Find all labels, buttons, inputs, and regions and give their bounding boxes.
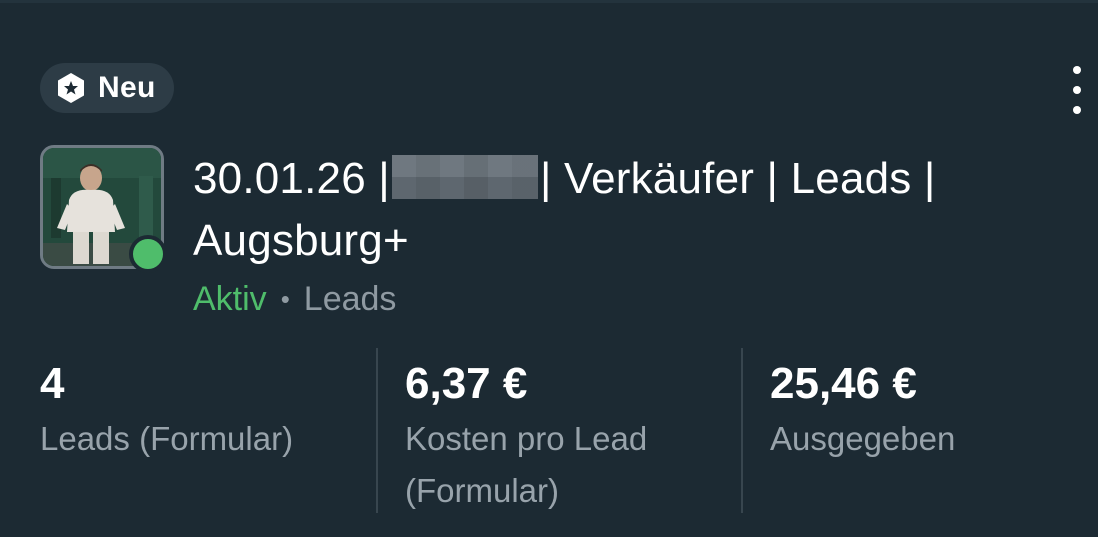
stat-cost-per-lead-label: Kosten pro Lead (Formular) xyxy=(405,420,648,509)
stat-leads-value: 4 xyxy=(40,359,65,408)
stat-cost-per-lead: 6,37 € Kosten pro Lead (Formular) xyxy=(405,358,720,517)
active-status-dot xyxy=(129,235,167,273)
stat-spent-value: 25,46 € xyxy=(770,359,917,408)
redacted-text xyxy=(391,155,538,199)
new-badge-label: Neu xyxy=(98,71,156,104)
new-badge: Neu xyxy=(40,63,174,113)
stat-spent: 25,46 € Ausgegeben xyxy=(770,358,1070,465)
campaign-type: Leads xyxy=(303,280,397,318)
campaign-status: Aktiv xyxy=(193,280,267,318)
stat-cost-per-lead-value: 6,37 € xyxy=(405,359,528,408)
meta-separator: • xyxy=(280,284,290,314)
stat-leads-label: Leads (Formular) xyxy=(40,420,294,457)
campaign-meta: Aktiv • Leads xyxy=(193,276,396,322)
campaign-title[interactable]: 30.01.26 | | Verkäufer | Leads | Augsburg… xyxy=(193,148,1063,272)
stat-leads: 4 Leads (Formular) xyxy=(40,358,360,465)
stat-divider xyxy=(741,348,743,513)
top-border xyxy=(0,0,1098,3)
star-hexagon-icon xyxy=(58,73,84,103)
campaign-card[interactable]: Neu 30.01.26 | | Verkäufer | Leads | Augs… xyxy=(0,0,1098,537)
more-vertical-icon[interactable] xyxy=(1062,66,1092,114)
stat-divider xyxy=(376,348,378,513)
campaign-title-date: 30.01.26 | xyxy=(193,154,390,203)
stat-spent-label: Ausgegeben xyxy=(770,420,956,457)
